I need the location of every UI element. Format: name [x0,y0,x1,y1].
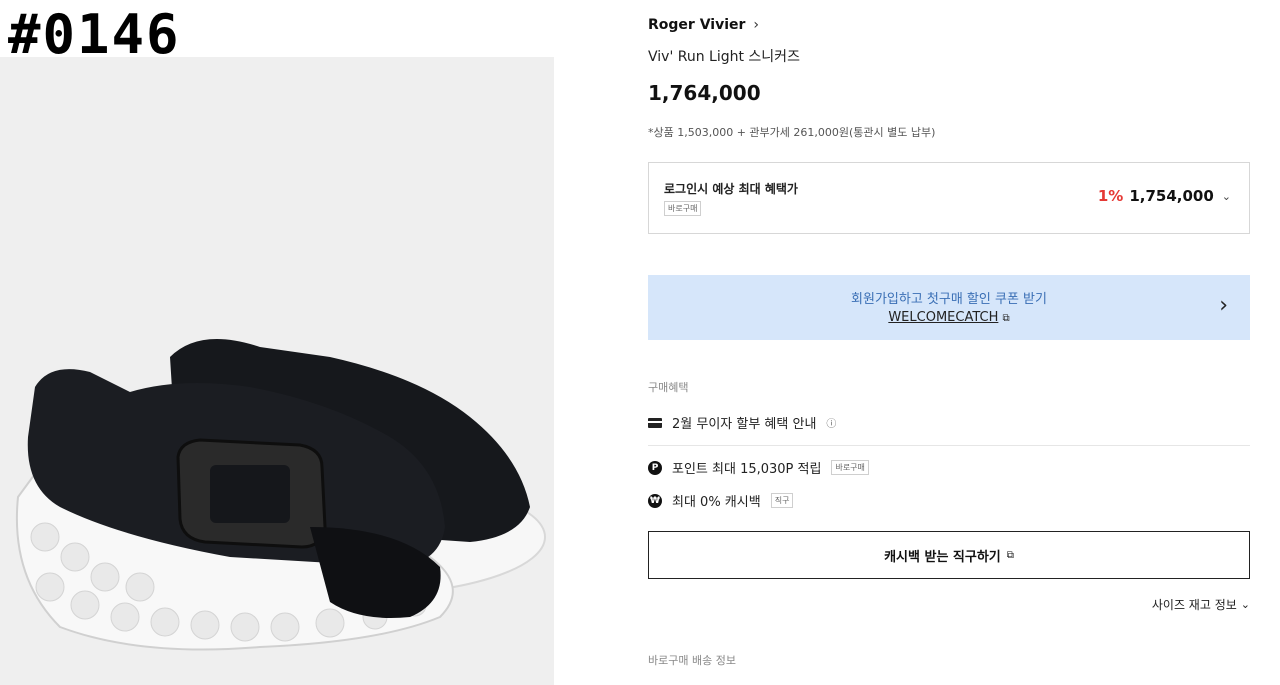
max-benefit-price-box[interactable]: 로그인시 예상 최대 혜택가 바로구매 1% 1,754,000 ⌄ [648,162,1250,234]
brand-name: Roger Vivier [648,17,746,33]
credit-card-icon [648,417,662,428]
cashback-button-label: 캐시백 받는 직구하기 [884,549,1001,565]
discount-percent: 1% [1097,187,1124,205]
purchase-benefits-label: 구매혜택 [648,381,689,394]
cashback-text: 최대 0% 캐시백 [672,495,761,510]
chevron-right-icon: › [753,17,760,33]
welcome-coupon-banner[interactable]: 회원가입하고 첫구매 할인 쿠폰 받기 WELCOMECATCH ⧉ › [648,275,1250,340]
brand-link[interactable]: Roger Vivier › [648,17,759,33]
coupon-headline: 회원가입하고 첫구매 할인 쿠폰 받기 [851,292,1047,307]
info-icon[interactable]: ⓘ [826,415,836,430]
size-stock-label: 사이즈 재고 정보 [1151,598,1237,612]
direct-buy-chip: 바로구매 [664,201,702,216]
direct-buy-chip: 바로구매 [831,460,869,475]
shipping-info-label: 바로구매 배송 정보 [648,654,736,667]
cashback-row: ₩ 최대 0% 캐시백 직구 [648,491,794,510]
coupon-code[interactable]: WELCOMECATCH [888,310,998,325]
benefit-title: 로그인시 예상 최대 혜택가 [664,182,798,196]
discount-price: 1,754,000 [1129,187,1214,205]
price-breakdown: *상품 1,503,000 + 관부가세 261,000원(통관시 별도 납부) [648,126,936,139]
chevron-down-icon[interactable]: ⌄ [1222,190,1231,203]
points-icon: P [648,460,662,475]
copy-icon[interactable]: ⧉ [1003,313,1010,324]
coupon-code-row[interactable]: WELCOMECATCH ⧉ [648,310,1250,325]
installment-text: 2월 무이자 할부 혜택 안내 [672,417,817,432]
external-link-icon: ⧉ [1006,549,1014,561]
benefit-price: 1% 1,754,000 ⌄ [1098,187,1231,205]
sneaker-illustration [15,339,546,651]
points-text: 포인트 최대 15,030P 적립 [672,462,822,477]
divider [648,445,1250,446]
cashback-icon: ₩ [648,493,662,508]
product-name: Viv' Run Light 스니커즈 [648,49,800,65]
installment-info-row[interactable]: 2월 무이자 할부 혜택 안내 ⓘ [648,413,836,432]
size-stock-toggle[interactable]: 사이즈 재고 정보 ⌄ [1152,596,1250,613]
chevron-down-icon: ⌄ [1240,598,1250,611]
product-image[interactable] [0,57,554,685]
points-row: P 포인트 최대 15,030P 적립 바로구매 [648,458,869,477]
cashback-direct-buy-button[interactable]: 캐시백 받는 직구하기 ⧉ [648,531,1250,579]
direct-purchase-chip: 직구 [770,493,794,508]
chevron-right-icon[interactable]: › [1219,293,1228,318]
product-price: 1,764,000 [648,81,761,105]
